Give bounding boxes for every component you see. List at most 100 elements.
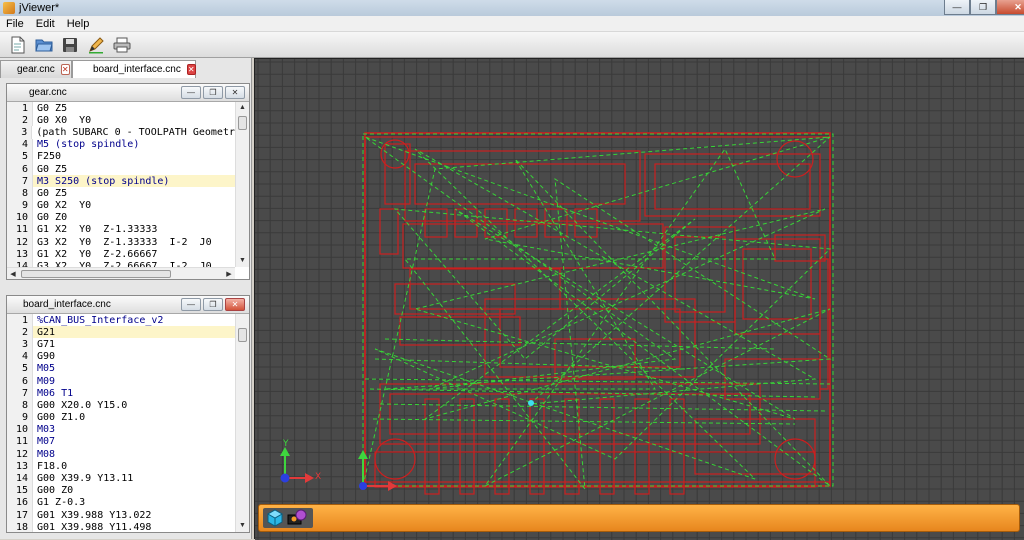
code-line[interactable]: 9 G00 Z1.0	[7, 411, 235, 424]
scroll-down-icon[interactable]: ▼	[236, 520, 249, 532]
menu-edit[interactable]: Edit	[30, 18, 61, 30]
code-line[interactable]: 3 G71	[7, 338, 235, 351]
code-line[interactable]: 3 (path SUBARC 0 - TOOLPATH Geometr	[7, 126, 235, 139]
code-line[interactable]: 7 M3 S250 (stop spindle)	[7, 175, 235, 188]
code-text: G0 Z5	[37, 187, 68, 199]
code-line[interactable]: 7 M06 T1	[7, 387, 235, 400]
subwindow-maximize-button[interactable]: ❐	[203, 86, 223, 99]
code-line[interactable]: 17 G01 X39.988 Y13.022	[7, 509, 235, 522]
scroll-down-icon[interactable]: ▼	[236, 255, 249, 267]
tab-gear[interactable]: gear.cnc ✕	[0, 60, 72, 78]
scroll-left-icon[interactable]: ◀	[7, 270, 19, 278]
code-line[interactable]: 10 G0 Z0	[7, 211, 235, 224]
line-number: 8	[7, 399, 33, 412]
code-line[interactable]: 12 G3 X2 Y0 Z-1.33333 I-2 J0	[7, 236, 235, 249]
code-line[interactable]: 8 G0 Z5	[7, 187, 235, 200]
code-line[interactable]: 4 G90	[7, 350, 235, 363]
line-number: 18	[7, 521, 33, 532]
code-text: G00 X39.9 Y13.11	[37, 473, 134, 485]
subwindow-minimize-button[interactable]: —	[181, 86, 201, 99]
code-line[interactable]: 13 F18.0	[7, 460, 235, 473]
line-number: 15	[7, 484, 33, 497]
line-number: 16	[7, 496, 33, 509]
code-line[interactable]: 14 G00 X39.9 Y13.11	[7, 472, 235, 485]
vertical-scrollbar[interactable]: ▲ ▼	[235, 102, 249, 267]
maximize-button[interactable]: ❐	[970, 0, 996, 15]
scroll-up-icon[interactable]: ▲	[236, 102, 249, 114]
code-text: G00 Z1.0	[37, 412, 86, 424]
tab-board-interface[interactable]: board_interface.cnc ✕	[72, 60, 196, 78]
code-line[interactable]: 5 F250	[7, 150, 235, 163]
code-line[interactable]: 6 M09	[7, 374, 235, 388]
code-line[interactable]: 4 M5 (stop spindle)	[7, 138, 235, 151]
code-line[interactable]: 5 M05	[7, 362, 235, 375]
file-tabs: gear.cnc ✕ board_interface.cnc ✕	[0, 60, 252, 78]
subwindow-close-button[interactable]: ✕	[225, 298, 245, 311]
menu-help[interactable]: Help	[61, 18, 96, 30]
code-text: G01 X39.988 Y11.498	[37, 521, 152, 532]
subwindow-close-button[interactable]: ✕	[225, 86, 245, 99]
code-line[interactable]: 9 G0 X2 Y0	[7, 199, 235, 212]
code-line[interactable]: 10 M03	[7, 423, 235, 436]
print-icon	[113, 37, 131, 52]
subwindow-controls: — ❐ ✕	[181, 86, 245, 99]
code-line[interactable]: 2 G21	[7, 326, 235, 339]
code-text: (path SUBARC 0 - TOOLPATH Geometr	[36, 126, 235, 138]
code-text: G0 X2 Y0	[37, 200, 92, 212]
scroll-thumb[interactable]	[238, 328, 247, 342]
toolpath-canvas[interactable]: YX	[255, 59, 1024, 540]
menu-bar: File Edit Help	[0, 16, 1024, 32]
code-text: M5 (stop spindle)	[37, 139, 140, 151]
gear-code-view[interactable]: 1 G0 Z5 2 G0 X0 Y0 3 (path SUBARC 0 - TOOLPAT…	[7, 102, 235, 267]
line-number: 6	[7, 162, 33, 176]
camera-view-icon[interactable]	[287, 509, 309, 527]
code-line[interactable]: 16 G1 Z-0.3	[7, 496, 235, 509]
code-line[interactable]: 18 G01 X39.988 Y11.498	[7, 521, 235, 532]
code-text: %CAN_BUS_Interface_v2	[37, 314, 164, 326]
code-text: G3 X2 Y0 Z-1.33333 I-2 J0	[37, 236, 212, 248]
code-line[interactable]: 8 G00 X20.0 Y15.0	[7, 399, 235, 412]
save-icon	[63, 37, 77, 52]
horizontal-scrollbar[interactable]: ◀ ▶	[7, 267, 235, 279]
tab-close-icon[interactable]: ✕	[186, 64, 196, 75]
code-line[interactable]: 2 G0 X0 Y0	[7, 114, 235, 127]
code-line[interactable]: 11 G1 X2 Y0 Z-1.33333	[7, 223, 235, 237]
board-code-view[interactable]: 1 %CAN_BUS_Interface_v2 2 G21 3 G71 4 G90 5 M05 6 M…	[7, 314, 235, 532]
open-file-button[interactable]	[34, 35, 54, 55]
subwindow-minimize-button[interactable]: —	[181, 298, 201, 311]
vertical-scrollbar[interactable]: ▼	[235, 314, 249, 532]
scroll-thumb[interactable]	[238, 116, 247, 130]
app-icon	[3, 2, 15, 14]
toolbar	[0, 32, 1024, 58]
print-button[interactable]	[112, 35, 132, 55]
code-text: G00 Z0	[37, 485, 74, 497]
code-text: G0 Z5	[37, 102, 68, 114]
tab-close-icon[interactable]: ✕	[60, 64, 70, 75]
line-number: 10	[7, 423, 33, 436]
minimize-button[interactable]: —	[944, 0, 970, 15]
edit-button[interactable]	[86, 35, 106, 55]
tool-position-marker	[528, 400, 534, 406]
line-number: 11	[7, 223, 33, 237]
toolpath-viewport[interactable]: YX	[254, 58, 1024, 540]
code-line[interactable]: 1 G0 Z5	[7, 102, 235, 115]
code-line[interactable]: 1 %CAN_BUS_Interface_v2	[7, 314, 235, 327]
new-file-button[interactable]	[8, 35, 28, 55]
code-line[interactable]: 12 M08	[7, 448, 235, 461]
subwindow-maximize-button[interactable]: ❐	[203, 298, 223, 311]
line-number: 10	[7, 211, 33, 224]
code-line[interactable]: 6 G0 Z5	[7, 162, 235, 176]
scroll-right-icon[interactable]: ▶	[223, 270, 235, 278]
code-line[interactable]: 11 M07	[7, 435, 235, 449]
menu-file[interactable]: File	[0, 18, 30, 30]
edit-icon	[89, 36, 104, 53]
close-window-button[interactable]: ✕	[996, 0, 1024, 15]
code-text: G71	[37, 338, 56, 350]
subwindow-title: gear.cnc	[29, 87, 67, 98]
code-line[interactable]: 15 G00 Z0	[7, 484, 235, 497]
code-line[interactable]: 13 G1 X2 Y0 Z-2.66667	[7, 248, 235, 261]
cube-view-icon[interactable]	[266, 509, 284, 527]
editor-panel: gear.cnc ✕ board_interface.cnc ✕ gear.cn…	[0, 58, 252, 539]
save-button[interactable]	[60, 35, 80, 55]
scroll-thumb[interactable]	[21, 269, 171, 278]
